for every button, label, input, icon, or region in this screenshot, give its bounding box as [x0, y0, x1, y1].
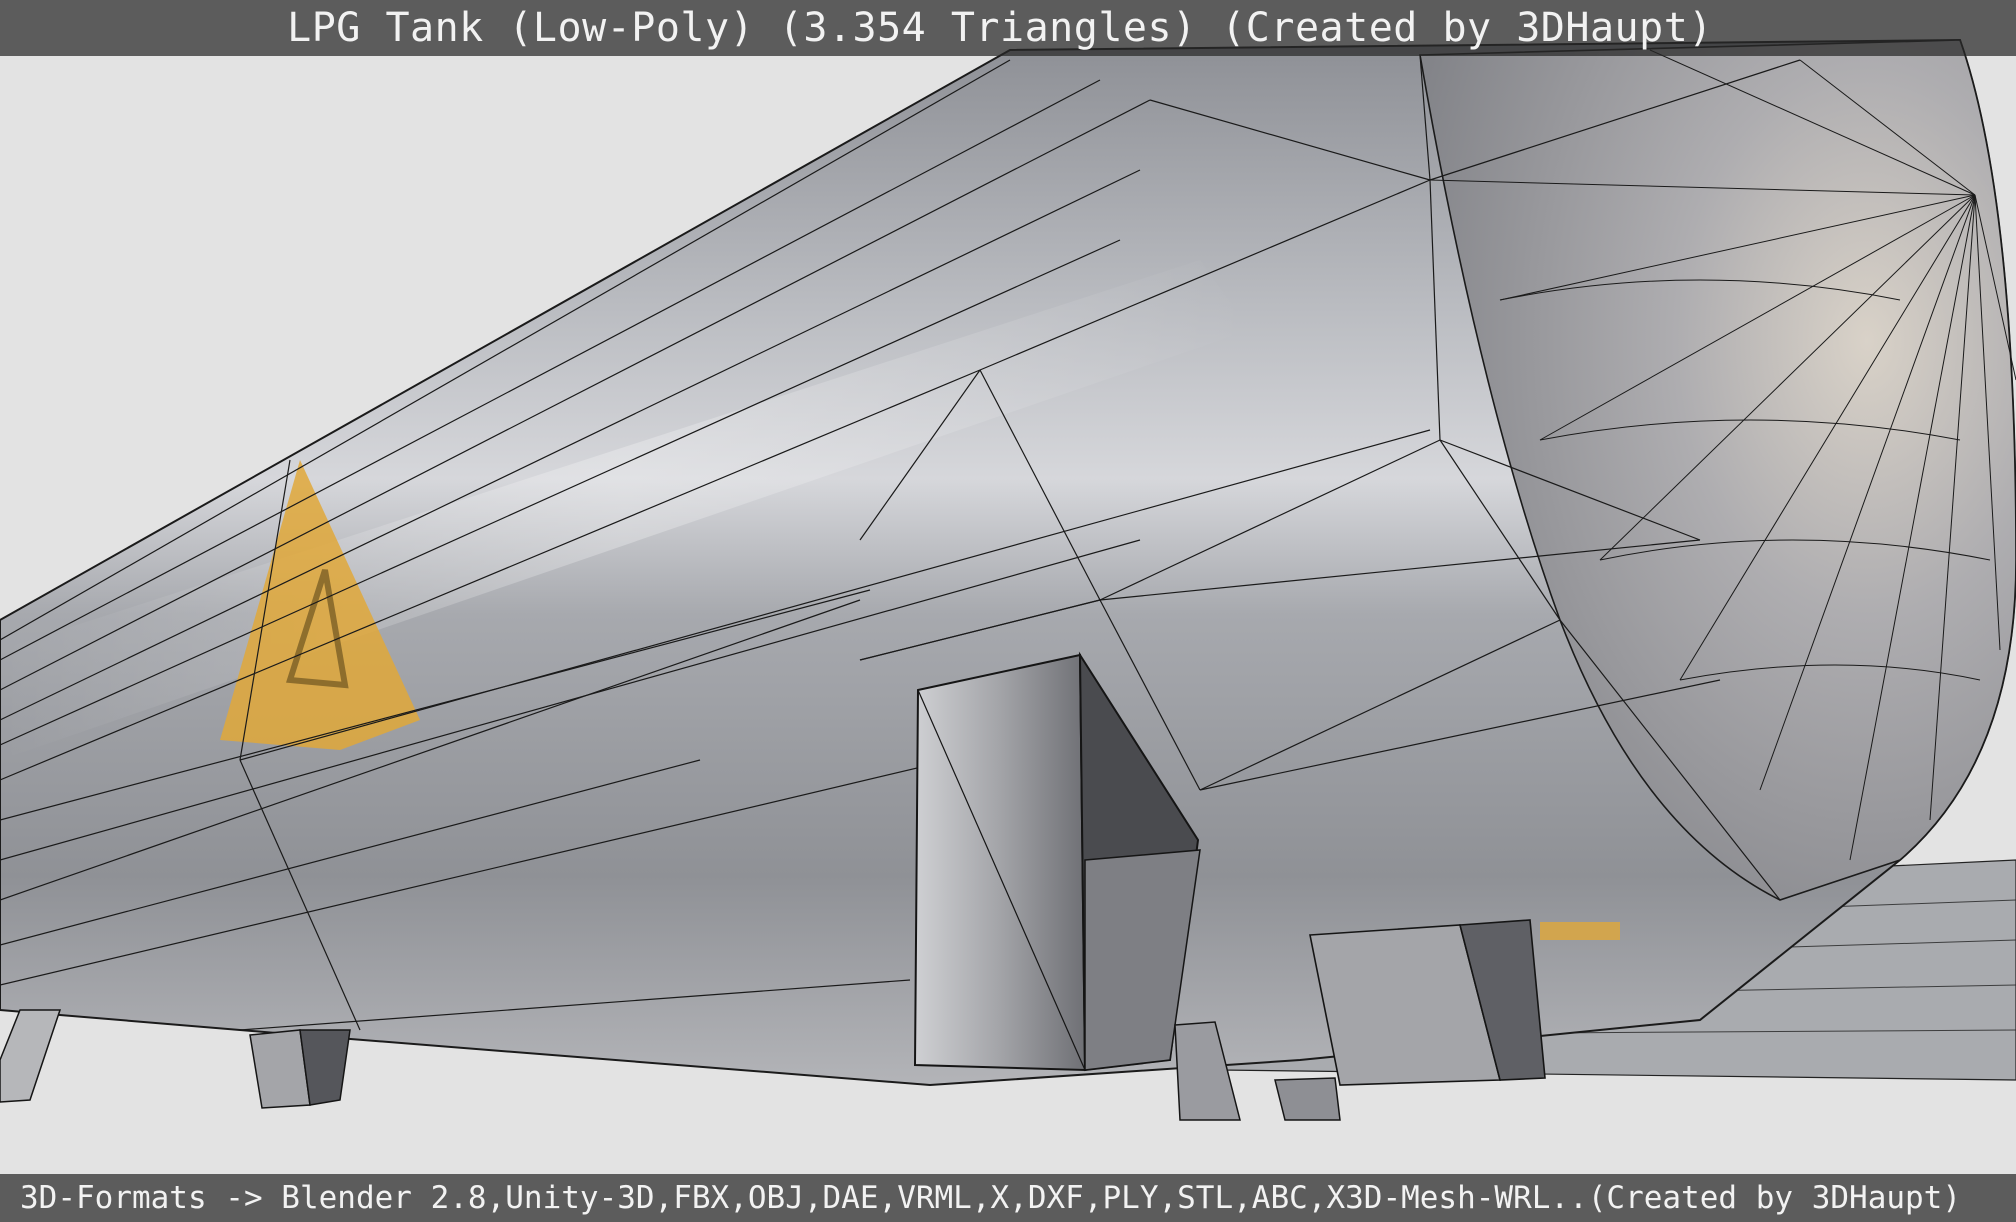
- render-stage: LPG Tank (Low-Poly) (3.354 Triangles) (C…: [0, 0, 2016, 1222]
- yellow-fitting: [1540, 922, 1620, 940]
- formats-caption: 3D-Formats -> Blender 2.8,Unity-3D,FBX,O…: [20, 1180, 1962, 1216]
- title-bar: LPG Tank (Low-Poly) (3.354 Triangles) (C…: [0, 0, 2016, 56]
- model-viewport: [0, 38, 2016, 1121]
- model-title: LPG Tank (Low-Poly) (3.354 Triangles) (C…: [287, 5, 1713, 51]
- footer-bar: 3D-Formats -> Blender 2.8,Unity-3D,FBX,O…: [0, 1174, 2016, 1222]
